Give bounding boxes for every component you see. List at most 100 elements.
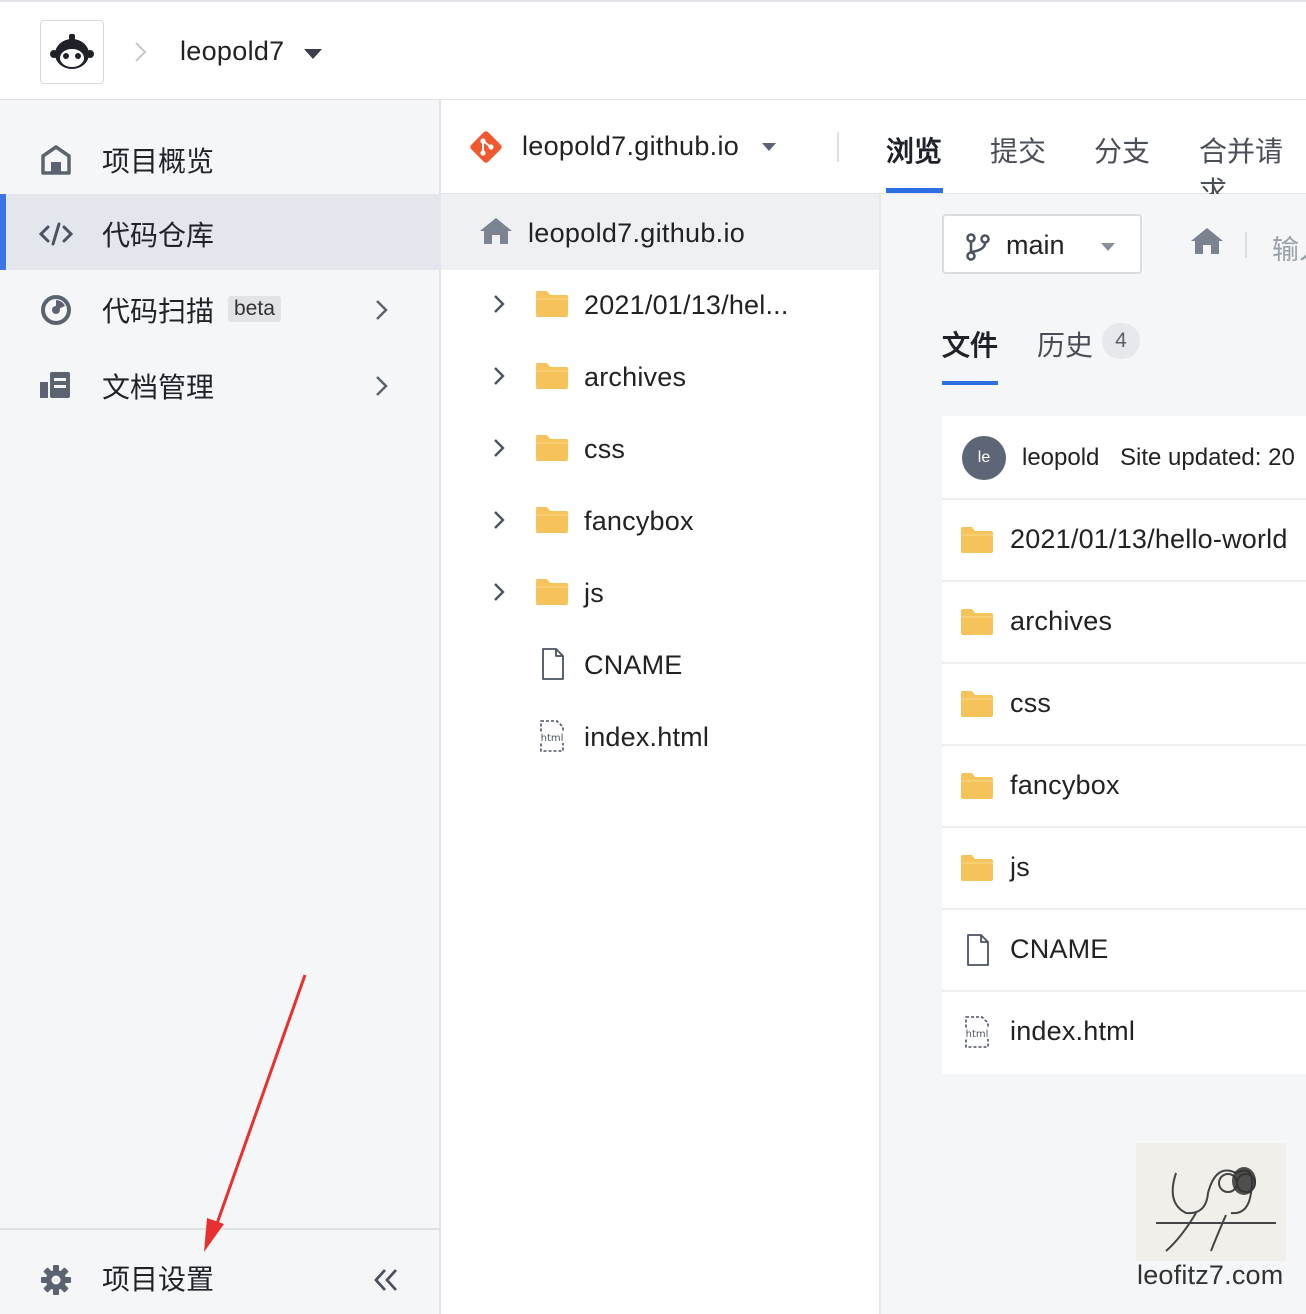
folder-icon [536,291,568,317]
project-name[interactable]: leopold7 [180,36,285,67]
watermark-text: leofitz7.com [1137,1260,1284,1290]
tree-row[interactable]: html index.html [441,702,879,774]
file-name[interactable]: 2021/01/13/hello-world [1010,524,1288,555]
sidebar: 项目概览 代码仓库 代码扫描 beta 文档管理 项目设置 [0,100,441,1314]
chevron-right-icon[interactable] [491,292,507,316]
tree-item-label: index.html [584,722,710,752]
tab-history[interactable]: 历史 [1037,324,1093,364]
tab-files[interactable]: 文件 [942,324,998,364]
tree-item-label: js [584,578,604,608]
commit-author[interactable]: leopold [1022,444,1099,472]
file-name[interactable]: js [1010,852,1030,883]
document-icon [40,372,70,398]
file-name[interactable]: css [1010,688,1051,719]
tree-row[interactable]: archives [441,342,879,414]
branch-icon [966,233,990,261]
file-row[interactable]: fancybox [942,746,1306,828]
git-icon [470,131,502,163]
file-name[interactable]: index.html [1010,1016,1135,1047]
sidebar-item-overview[interactable]: 项目概览 [0,120,441,196]
file-tree: leopold7.github.io 2021/01/13/hel... arch… [441,194,881,1314]
latest-commit-row[interactable]: le leopold Site updated: 20 [942,416,1306,500]
folder-icon [961,855,993,881]
chevron-right-icon[interactable] [372,372,392,400]
folder-icon [961,691,993,717]
folder-icon [961,773,993,799]
header-divider [837,132,839,162]
chevron-right-icon[interactable] [491,364,507,388]
chevron-right-icon[interactable] [491,580,507,604]
scan-icon [41,295,71,325]
folder-icon [536,363,568,389]
file-name[interactable]: fancybox [1010,770,1120,801]
repo-header: leopold7.github.io 浏览 提交 分支 合并请求 [441,100,1306,207]
file-row[interactable]: js [942,828,1306,910]
sidebar-item-label: 代码仓库 [102,220,215,251]
path-input[interactable]: 输入 [1272,228,1306,267]
collapse-sidebar-icon[interactable] [372,1266,400,1294]
top-bar: leopold7 [0,0,1306,100]
folder-icon [536,507,568,533]
chevron-right-icon[interactable] [372,296,392,324]
tree-item-label: CNAME [584,650,683,680]
app-logo[interactable] [40,20,104,84]
tree-row[interactable]: fancybox [441,486,879,558]
breadcrumb-chevron-icon [135,42,147,62]
folder-icon [536,579,568,605]
active-subtab-indicator [942,381,998,385]
avatar[interactable]: le [962,436,1006,480]
watermark-image [1136,1143,1286,1261]
repo-name[interactable]: leopold7.github.io [522,131,739,162]
home-icon [480,218,512,244]
file-row[interactable]: html index.html [942,992,1306,1074]
tree-row[interactable]: css [441,414,879,486]
sidebar-item-repository[interactable]: 代码仓库 [0,194,441,270]
file-name[interactable]: CNAME [1010,934,1109,965]
history-count-badge: 4 [1102,323,1140,359]
file-row[interactable]: css [942,664,1306,746]
home-icon [41,145,71,175]
path-home-icon[interactable] [1190,226,1224,256]
sidebar-footer: 项目设置 [0,1228,441,1314]
tab-commits[interactable]: 提交 [990,130,1046,170]
tree-item-label: 2021/01/13/hel... [584,290,789,320]
chevron-right-icon[interactable] [491,436,507,460]
chevron-right-icon[interactable] [491,508,507,532]
file-name[interactable]: archives [1010,606,1112,637]
path-divider [1245,232,1247,258]
file-row[interactable]: CNAME [942,910,1306,992]
branch-selector[interactable]: main [942,214,1142,274]
project-settings-link[interactable]: 项目设置 [102,1258,214,1298]
sidebar-item-label: 文档管理 [102,372,215,403]
commit-message[interactable]: Site updated: 20 [1120,444,1295,472]
branch-name: main [1006,230,1065,260]
chevron-down-icon [1101,243,1115,251]
gear-icon [41,1265,71,1295]
file-row[interactable]: archives [942,582,1306,664]
sidebar-item-docs[interactable]: 文档管理 [0,346,441,422]
tree-row[interactable]: CNAME [441,630,879,702]
active-tab-indicator [886,188,943,193]
svg-text:html: html [541,733,564,744]
sidebar-item-code-scan[interactable]: 代码扫描 beta [0,270,441,346]
html-file-icon: html [535,720,569,752]
folder-icon [961,527,993,553]
tree-row[interactable]: 2021/01/13/hel... [441,270,879,342]
project-dropdown-caret-icon[interactable] [303,48,323,60]
file-icon [542,648,564,680]
tree-item-label: css [584,434,626,464]
file-table: le leopold Site updated: 20 2021/01/13/h… [942,416,1306,1074]
html-file-icon: html [960,1016,994,1048]
tree-root-label: leopold7.github.io [528,218,746,248]
tree-row[interactable]: js [441,558,879,630]
tab-branches[interactable]: 分支 [1094,130,1150,170]
svg-text:html: html [966,1029,989,1040]
tab-browse[interactable]: 浏览 [886,130,942,170]
beta-badge: beta [228,296,281,322]
repo-dropdown-caret-icon[interactable] [761,142,777,152]
file-row[interactable]: 2021/01/13/hello-world [942,500,1306,582]
tree-item-label: archives [584,362,687,392]
tree-item-label: fancybox [584,506,694,536]
tree-root[interactable]: leopold7.github.io [441,194,879,270]
file-icon [967,934,989,966]
